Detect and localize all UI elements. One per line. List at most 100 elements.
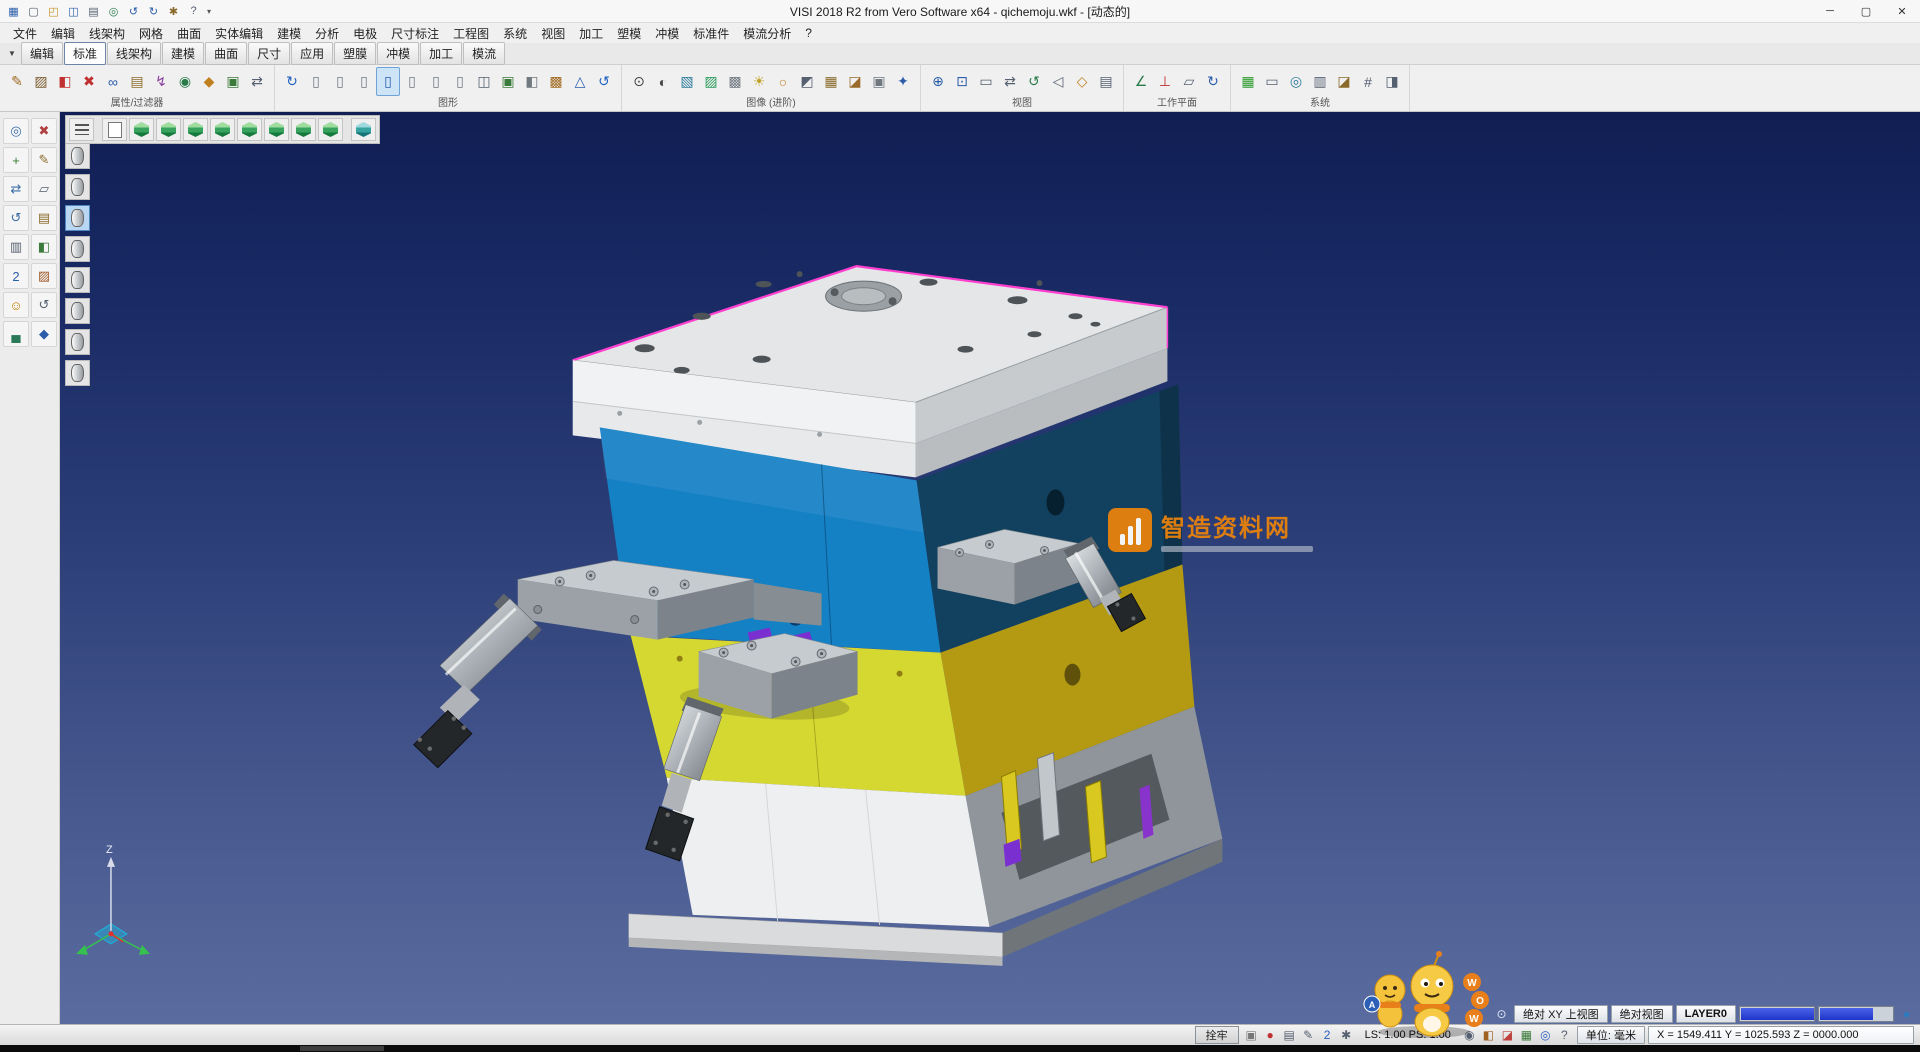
view-bottom-button[interactable]	[291, 118, 316, 141]
settings-icon[interactable]: ✱	[164, 3, 183, 20]
menu-item[interactable]: 冲模	[648, 23, 686, 44]
menu-item[interactable]: 电极	[346, 23, 384, 44]
menu-item[interactable]: 标准件	[686, 23, 736, 44]
view-right-button[interactable]	[237, 118, 262, 141]
toolbar-tab[interactable]: 建模	[162, 42, 204, 65]
menu-item[interactable]: 尺寸标注	[384, 23, 446, 44]
previous-view-icon[interactable]: ◁	[1046, 67, 1070, 96]
shaded-edges-cylinder-icon[interactable]: ▯	[376, 67, 400, 96]
calc-icon[interactable]: #	[1356, 67, 1380, 96]
world-icon[interactable]: ◎	[1536, 1027, 1555, 1043]
measure-icon[interactable]: +	[3, 147, 29, 173]
open-icon[interactable]: ◰	[44, 3, 63, 20]
zoom-extents-icon[interactable]: ⊡	[950, 67, 974, 96]
glasses-3d-icon[interactable]: ◐	[651, 67, 675, 96]
display-style-8[interactable]	[65, 360, 90, 386]
display-style-1[interactable]	[65, 143, 90, 169]
workplane-normal-icon[interactable]: ⊥	[1153, 67, 1177, 96]
print-icon[interactable]: ▤	[84, 3, 103, 20]
user-icon[interactable]: ☺	[3, 292, 29, 318]
globe-icon[interactable]: ◎	[1284, 67, 1308, 96]
view-axon-button[interactable]	[318, 118, 343, 141]
monitor-icon[interactable]: ▭	[1260, 67, 1284, 96]
ramp-icon[interactable]: ◪	[1332, 67, 1356, 96]
menu-item[interactable]: 分析	[308, 23, 346, 44]
grid-icon[interactable]: ▦	[1517, 1027, 1536, 1043]
hidden-line-cylinder-icon[interactable]: ▯	[328, 67, 352, 96]
menu-item[interactable]: 工程图	[446, 23, 496, 44]
table-icon[interactable]: ▥	[1308, 67, 1332, 96]
sphere-icon[interactable]: ●	[1897, 1006, 1916, 1022]
edit-node-icon[interactable]: ▱	[31, 176, 57, 202]
layers-icon[interactable]: ▤	[31, 205, 57, 231]
menu-item[interactable]: ?	[798, 24, 819, 42]
zoom-select-icon[interactable]: ◎	[3, 118, 29, 144]
view-back-button[interactable]	[183, 118, 208, 141]
refresh-all-icon[interactable]: ↺	[592, 67, 616, 96]
menu-item[interactable]: 加工	[572, 23, 610, 44]
transparent-cylinder-icon[interactable]: ▯	[400, 67, 424, 96]
display-style-3[interactable]	[65, 205, 90, 231]
view-menu-button[interactable]	[69, 118, 94, 141]
toolbar-tab[interactable]: 线架构	[107, 42, 161, 65]
view-top-button[interactable]	[264, 118, 289, 141]
render-icon[interactable]: ◩	[795, 67, 819, 96]
save-icon[interactable]: ◫	[64, 3, 83, 20]
attr-select-icon[interactable]: ⇄	[245, 67, 269, 96]
workplane-align-icon[interactable]: ▱	[1177, 67, 1201, 96]
info-icon[interactable]: ?	[1555, 1027, 1574, 1043]
menu-item[interactable]: 视图	[534, 23, 572, 44]
view-reference-segment[interactable]: 绝对 XY 上视图	[1514, 1005, 1608, 1023]
shaded-cylinder-icon[interactable]: ▯	[352, 67, 376, 96]
chart-icon[interactable]: ▄	[3, 321, 29, 347]
toolbar-tab[interactable]: 标准	[64, 42, 106, 65]
display-style-4[interactable]	[65, 236, 90, 262]
wireframe-cylinder-icon[interactable]: ▯	[304, 67, 328, 96]
dynamic-view-icon[interactable]: ◇	[1070, 67, 1094, 96]
toolbar-tab[interactable]: 编辑	[21, 42, 63, 65]
two-d-icon[interactable]: 2	[3, 263, 29, 289]
toolbar-tab[interactable]: 应用	[291, 42, 333, 65]
section-view-icon[interactable]: ◪	[843, 67, 867, 96]
printer-icon[interactable]: ▤	[1280, 1027, 1299, 1043]
close-button[interactable]: ✕	[1884, 1, 1920, 22]
3d-viewport[interactable]: Z	[60, 112, 1920, 1024]
record-icon[interactable]: ●	[1261, 1027, 1280, 1043]
box-display-icon[interactable]: ◫	[472, 67, 496, 96]
palette-icon[interactable]: ◧	[1479, 1027, 1498, 1043]
shade-material-icon[interactable]: ▨	[699, 67, 723, 96]
display-style-2[interactable]	[65, 174, 90, 200]
menu-item[interactable]: 编辑	[44, 23, 82, 44]
workplane-rotate-icon[interactable]: ↻	[1201, 67, 1225, 96]
help-icon[interactable]: ?	[184, 3, 203, 20]
undo-icon[interactable]: ↺	[124, 3, 143, 20]
layer-segment[interactable]: LAYER0	[1676, 1005, 1736, 1023]
light-icon[interactable]: ☀	[747, 67, 771, 96]
minimize-button[interactable]: ─	[1812, 1, 1848, 22]
new-doc-icon[interactable]: ▢	[24, 3, 43, 20]
toolbar-tab[interactable]: 模流	[463, 42, 505, 65]
view-list-icon[interactable]: ▤	[1094, 67, 1118, 96]
view-front-button[interactable]	[156, 118, 181, 141]
absolute-view-segment[interactable]: 绝对视图	[1611, 1005, 1673, 1023]
save-small-icon[interactable]: ◆	[31, 321, 57, 347]
display-style-7[interactable]	[65, 329, 90, 355]
attr-copy-icon[interactable]: ▣	[221, 67, 245, 96]
pan-icon[interactable]: ⇄	[998, 67, 1022, 96]
transform-icon[interactable]: ⇄	[3, 176, 29, 202]
hatch-box-icon[interactable]: ▩	[544, 67, 568, 96]
search-icon[interactable]: ⊙	[1492, 1006, 1511, 1022]
analysis-cylinder-icon[interactable]: ▯	[424, 67, 448, 96]
layer2-icon[interactable]: 2	[1318, 1027, 1337, 1043]
pencil-icon[interactable]: ✎	[1299, 1027, 1318, 1043]
cube-view-icon[interactable]: ◧	[31, 234, 57, 260]
camera-icon[interactable]: ◉	[1460, 1027, 1479, 1043]
maximize-button[interactable]: ▢	[1848, 1, 1884, 22]
dynamic-rotate-icon[interactable]: ↺	[3, 205, 29, 231]
ambient-icon[interactable]: ○	[771, 67, 795, 96]
redraw-icon[interactable]: ↻	[280, 67, 304, 96]
print-view-icon[interactable]: ▥	[3, 234, 29, 260]
gear-icon[interactable]: ✱	[1337, 1027, 1356, 1043]
attr-filter-icon[interactable]: ◧	[53, 67, 77, 96]
menu-item[interactable]: 线架构	[82, 23, 132, 44]
